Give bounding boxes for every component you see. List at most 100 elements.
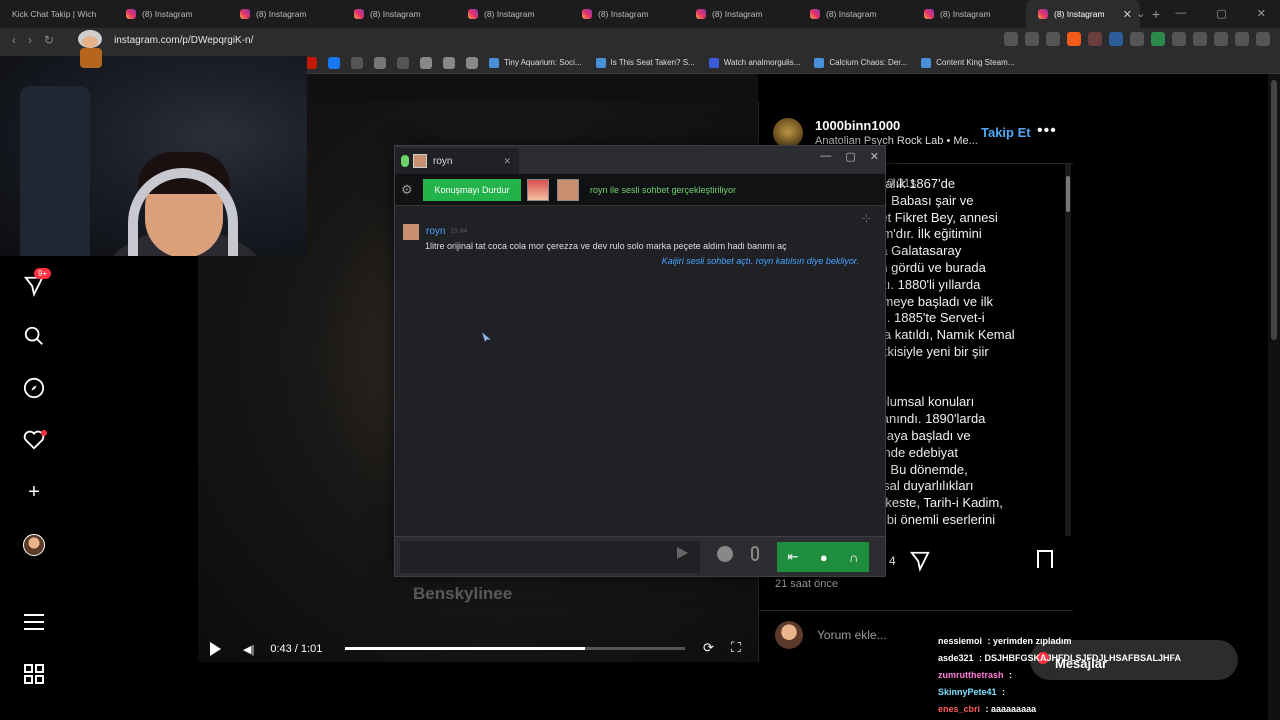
- profile-avatar[interactable]: [23, 534, 45, 556]
- close-tab-icon[interactable]: ✕: [503, 156, 511, 167]
- sidebar-icon[interactable]: [1193, 32, 1207, 46]
- message-input[interactable]: [400, 541, 700, 573]
- bookmark-icon[interactable]: [374, 56, 386, 69]
- follow-button[interactable]: Takip Et: [981, 125, 1031, 140]
- page-scrollbar[interactable]: [1268, 74, 1280, 720]
- reload-icon[interactable]: ↻: [44, 33, 54, 47]
- bookmark-link[interactable]: Content King Steam...: [921, 57, 1014, 68]
- tab-label: (8) Instagram: [1054, 9, 1105, 19]
- close-tab-icon[interactable]: ✕: [1123, 8, 1132, 21]
- kick-chat-message: enes_cbri : aaaaaaaaa: [938, 704, 1036, 714]
- browser-tab[interactable]: (8) Instagram: [684, 0, 798, 28]
- author-username[interactable]: 1000binn1000: [815, 118, 900, 133]
- browser-tab[interactable]: (8) Instagram: [342, 0, 456, 28]
- extension-icon[interactable]: [1151, 32, 1165, 46]
- folder-icon[interactable]: [443, 56, 455, 69]
- send-icon[interactable]: [677, 547, 688, 559]
- browser-tab-active[interactable]: (8) Instagram ✕: [1026, 0, 1140, 28]
- browser-tab[interactable]: (8) Instagram: [228, 0, 342, 28]
- forward-icon[interactable]: ›: [28, 33, 32, 47]
- notification-badge: 9+: [34, 268, 52, 279]
- brave-shield-icon[interactable]: [1067, 32, 1081, 46]
- chat-username[interactable]: enes_cbri: [938, 704, 980, 714]
- minimize-button[interactable]: —: [1175, 7, 1186, 20]
- bookmark-icon[interactable]: [351, 56, 363, 69]
- play-icon[interactable]: [210, 642, 221, 656]
- volume-icon[interactable]: ◀|: [243, 643, 254, 656]
- extension-icon[interactable]: [1109, 32, 1123, 46]
- attachment-icon[interactable]: [751, 546, 759, 561]
- close-window-button[interactable]: ✕: [1257, 7, 1266, 20]
- emoji-icon[interactable]: [717, 546, 733, 562]
- chat-username[interactable]: zumrutthetrash: [938, 670, 1004, 680]
- url-input[interactable]: instagram.com/p/DWepqrgiK-n/: [114, 35, 253, 46]
- extension-icon[interactable]: [1088, 32, 1102, 46]
- bookmark-link[interactable]: Calcium Chaos: Der...: [814, 57, 907, 68]
- bookmark-link[interactable]: Tiny Aquarium: Soci...: [489, 57, 582, 68]
- wallet-icon[interactable]: [1214, 32, 1228, 46]
- pin-icon[interactable]: ⊹: [862, 212, 871, 225]
- chevron-down-icon[interactable]: ⌄: [1136, 7, 1145, 20]
- menu-icon[interactable]: [1256, 32, 1270, 46]
- share-icon[interactable]: [909, 550, 931, 578]
- extension-icon[interactable]: [1130, 32, 1144, 46]
- sidebar-apps[interactable]: [22, 662, 46, 686]
- bookmark-icon[interactable]: [328, 56, 340, 69]
- browser-tab[interactable]: (8) Instagram: [912, 0, 1026, 28]
- more-options-icon[interactable]: •••: [1037, 122, 1057, 140]
- scrollbar-thumb[interactable]: [1066, 176, 1070, 212]
- caption-scrollbar[interactable]: [1065, 164, 1071, 536]
- extension-icon[interactable]: [1172, 32, 1186, 46]
- chat-username[interactable]: SkinnyPete41: [938, 687, 997, 697]
- bookmark-label: Is This Seat Taken? S...: [610, 58, 695, 67]
- plus-icon: +: [28, 480, 40, 503]
- chat-input-bar: ⇤ ● ∩: [395, 536, 885, 576]
- music-icon[interactable]: [1235, 32, 1249, 46]
- bookmark-icon[interactable]: [1037, 550, 1053, 568]
- close-window-button[interactable]: ✕: [870, 150, 879, 163]
- sidebar-create[interactable]: +: [22, 480, 46, 504]
- scrollbar-thumb[interactable]: [1271, 80, 1277, 340]
- leave-call-icon[interactable]: ⇤: [788, 549, 799, 565]
- browser-tab[interactable]: (8) Instagram: [570, 0, 684, 28]
- browser-tab[interactable]: (8) Instagram: [798, 0, 912, 28]
- chat-username[interactable]: asde321: [938, 653, 974, 663]
- sidebar-search[interactable]: [22, 324, 46, 348]
- bookmark-link[interactable]: Watch analmorgulis...: [708, 57, 800, 68]
- playback-speed-icon[interactable]: ⟳: [703, 640, 714, 656]
- gear-icon[interactable]: ⚙: [401, 182, 413, 198]
- chat-username[interactable]: nessiemoi: [938, 636, 982, 646]
- steam-icon: [921, 57, 932, 68]
- author-avatar[interactable]: [773, 118, 803, 148]
- message-username[interactable]: royn: [426, 226, 445, 237]
- stop-talking-button[interactable]: Konuşmayı Durdur: [423, 179, 521, 201]
- browser-tab[interactable]: (8) Instagram: [114, 0, 228, 28]
- maximize-button[interactable]: ▢: [1216, 7, 1226, 20]
- screen: Kick Chat Takip | Wich (8) Instagram (8)…: [0, 0, 1280, 720]
- comment-input[interactable]: Yorum ekle...: [817, 628, 887, 642]
- headset-icon[interactable]: ∩: [849, 550, 858, 565]
- browser-tab[interactable]: (8) Instagram: [456, 0, 570, 28]
- chat-tab[interactable]: royn ✕: [395, 148, 519, 174]
- fullscreen-icon[interactable]: ⛶: [731, 639, 741, 656]
- voice-controls: ⇤ ● ∩: [777, 542, 869, 572]
- share-icon[interactable]: [1046, 32, 1060, 46]
- maximize-button[interactable]: ▢: [845, 150, 855, 163]
- microphone-icon[interactable]: ●: [820, 550, 828, 565]
- back-icon[interactable]: ‹: [12, 33, 16, 47]
- screenshot-icon[interactable]: [1004, 32, 1018, 46]
- bookmark-icon[interactable]: [397, 56, 409, 69]
- folder-icon[interactable]: [420, 56, 432, 69]
- sidebar-explore[interactable]: [22, 376, 46, 400]
- bookmark-link[interactable]: Is This Seat Taken? S...: [595, 57, 695, 68]
- steam-icon: [489, 57, 499, 68]
- voice-chat-window: royn ✕ — ▢ ✕ ⚙ Konuşmayı Durdur royn ile…: [394, 145, 886, 577]
- zoom-icon[interactable]: [1025, 32, 1039, 46]
- video-progress-bar[interactable]: [345, 647, 685, 650]
- folder-icon[interactable]: [466, 56, 478, 69]
- browser-tab[interactable]: Kick Chat Takip | Wich: [0, 0, 114, 28]
- minimize-button[interactable]: —: [820, 150, 831, 163]
- instagram-icon: [240, 9, 250, 19]
- sidebar-more[interactable]: [22, 610, 46, 634]
- user-avatar: [775, 621, 803, 649]
